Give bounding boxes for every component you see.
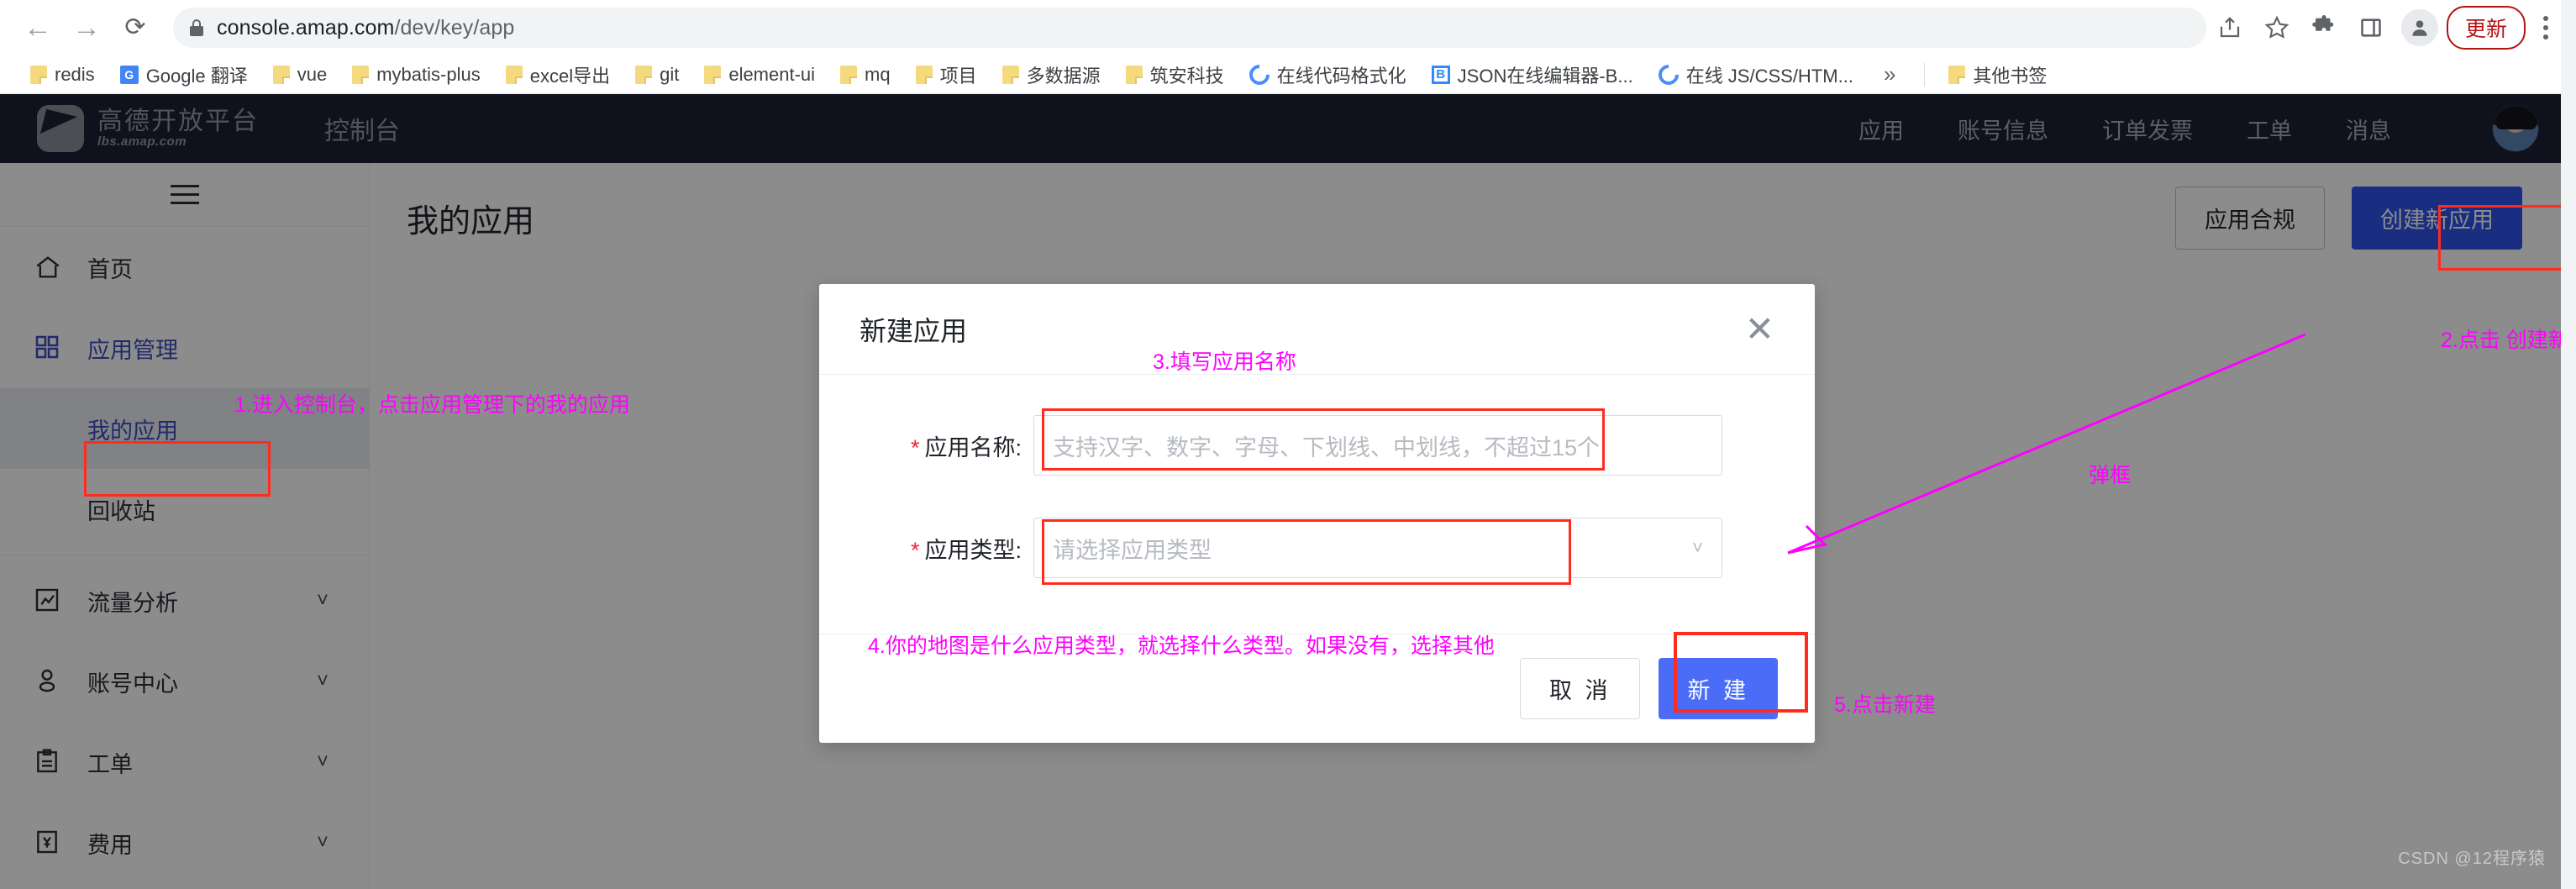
- puzzle-icon[interactable]: [2302, 6, 2346, 50]
- modal-header: 新建应用 ✕: [819, 284, 1815, 375]
- form-row-app-name: * 应用名称: 支持汉字、数字、字母、下划线、中划线，不超过15个: [853, 415, 1781, 476]
- submit-create-button[interactable]: 新 建: [1659, 658, 1778, 719]
- bookmark-item[interactable]: redis: [20, 60, 105, 89]
- annotation-5: 5.点击新建: [1834, 693, 1936, 717]
- app-type-select[interactable]: 请选择应用类型 ˅: [1033, 518, 1722, 578]
- folder-icon: [1948, 65, 1966, 84]
- profile-avatar-icon[interactable]: [2400, 9, 2438, 46]
- bookmark-item[interactable]: excel导出: [496, 58, 620, 92]
- annotation-3: 3.填写应用名称: [1153, 350, 1296, 374]
- create-app-modal: 新建应用 ✕ * 应用名称: 支持汉字、数字、字母、下划线、中划线，不超过15个 …: [819, 284, 1815, 743]
- lock-icon: [190, 19, 203, 36]
- bookmark-item[interactable]: mybatis-plus: [342, 60, 490, 89]
- bookmark-item[interactable]: B JSON在线编辑器-B...: [1422, 58, 1643, 92]
- bookmark-item[interactable]: G Google 翻译: [110, 58, 258, 92]
- app-name-input[interactable]: 支持汉字、数字、字母、下划线、中划线，不超过15个: [1033, 415, 1722, 476]
- star-icon[interactable]: [2255, 6, 2299, 50]
- watermark: CSDN @12程序猿: [2398, 850, 2546, 868]
- address-bar[interactable]: console.amap.com/dev/key/app: [173, 8, 2206, 48]
- side-panel-icon[interactable]: [2349, 6, 2393, 50]
- bookmark-item[interactable]: 项目: [906, 58, 987, 92]
- required-star: *: [910, 537, 920, 563]
- bookmark-item[interactable]: mq: [830, 60, 901, 89]
- browser-toolbar: ← → ⟳ console.amap.com/dev/key/app 更新: [0, 0, 2576, 55]
- toolbar-right-group: 更新: [2208, 6, 2563, 50]
- folder-icon: [352, 65, 370, 84]
- modal-title: 新建应用: [860, 315, 968, 346]
- app-type-placeholder: 请选择应用类型: [1053, 537, 1212, 563]
- folder-icon: [840, 65, 858, 84]
- folder-icon: [915, 65, 933, 84]
- annotation-6: 弹框: [2089, 464, 2132, 487]
- google-translate-icon: G: [119, 65, 139, 84]
- bookmarks-divider: [1924, 62, 1926, 87]
- form-row-app-type: * 应用类型: 请选择应用类型 ˅: [853, 518, 1781, 578]
- annotation-2: 2.点击 创建新应用: [2441, 329, 2576, 352]
- cancel-button[interactable]: 取 消: [1519, 658, 1641, 719]
- forward-arrow-icon[interactable]: →: [62, 3, 111, 52]
- screenshot-root: ← → ⟳ console.amap.com/dev/key/app 更新 re…: [0, 0, 2576, 889]
- folder-icon: [704, 65, 722, 84]
- bookmark-item[interactable]: 筑安科技: [1116, 58, 1234, 92]
- c-circle-icon: [1653, 60, 1683, 89]
- annotation-4: 4.你的地图是什么应用类型，就选择什么类型。如果没有，选择其他: [868, 634, 1495, 658]
- bookmark-item[interactable]: element-ui: [694, 60, 825, 89]
- url-text: console.amap.com/dev/key/app: [217, 15, 515, 39]
- bookmark-item[interactable]: git: [625, 60, 689, 89]
- b-square-icon: B: [1431, 65, 1450, 84]
- kebab-menu-icon[interactable]: [2529, 6, 2563, 50]
- modal-body: * 应用名称: 支持汉字、数字、字母、下划线、中划线，不超过15个 * 应用类型: …: [819, 375, 1815, 634]
- update-button[interactable]: 更新: [2446, 6, 2526, 50]
- bookmark-item[interactable]: 在线 JS/CSS/HTM...: [1648, 58, 1864, 92]
- folder-icon: [1125, 65, 1143, 84]
- folder-icon: [272, 65, 290, 84]
- close-x-icon[interactable]: ✕: [1745, 311, 1774, 347]
- annotation-1: 1.进入控制台，点击应用管理下的我的应用: [234, 393, 630, 417]
- reload-icon[interactable]: ⟳: [111, 3, 160, 52]
- folder-icon: [635, 65, 653, 84]
- app-name-label: * 应用名称:: [910, 434, 1022, 460]
- bookmarks-bar: redis G Google 翻译 vue mybatis-plus excel导…: [0, 55, 2576, 94]
- bookmark-item[interactable]: vue: [263, 60, 337, 89]
- back-arrow-icon[interactable]: ←: [13, 3, 62, 52]
- folder-icon: [30, 65, 47, 84]
- bookmarks-overflow-button[interactable]: »: [1869, 61, 1911, 87]
- app-type-label: * 应用类型:: [910, 537, 1022, 563]
- folder-icon: [1001, 65, 1019, 84]
- folder-icon: [505, 65, 523, 84]
- bookmark-item[interactable]: 多数据源: [992, 58, 1111, 92]
- share-icon[interactable]: [2208, 6, 2252, 50]
- window-scrollbar[interactable]: [2561, 0, 2576, 889]
- c-circle-icon: [1244, 60, 1274, 89]
- bookmark-item[interactable]: 在线代码格式化: [1239, 58, 1417, 92]
- required-star: *: [910, 434, 920, 460]
- other-bookmarks-button[interactable]: 其他书签: [1938, 58, 2057, 92]
- app-name-placeholder: 支持汉字、数字、字母、下划线、中划线，不超过15个: [1053, 434, 1601, 460]
- chevron-down-icon: ˅: [1692, 537, 1703, 558]
